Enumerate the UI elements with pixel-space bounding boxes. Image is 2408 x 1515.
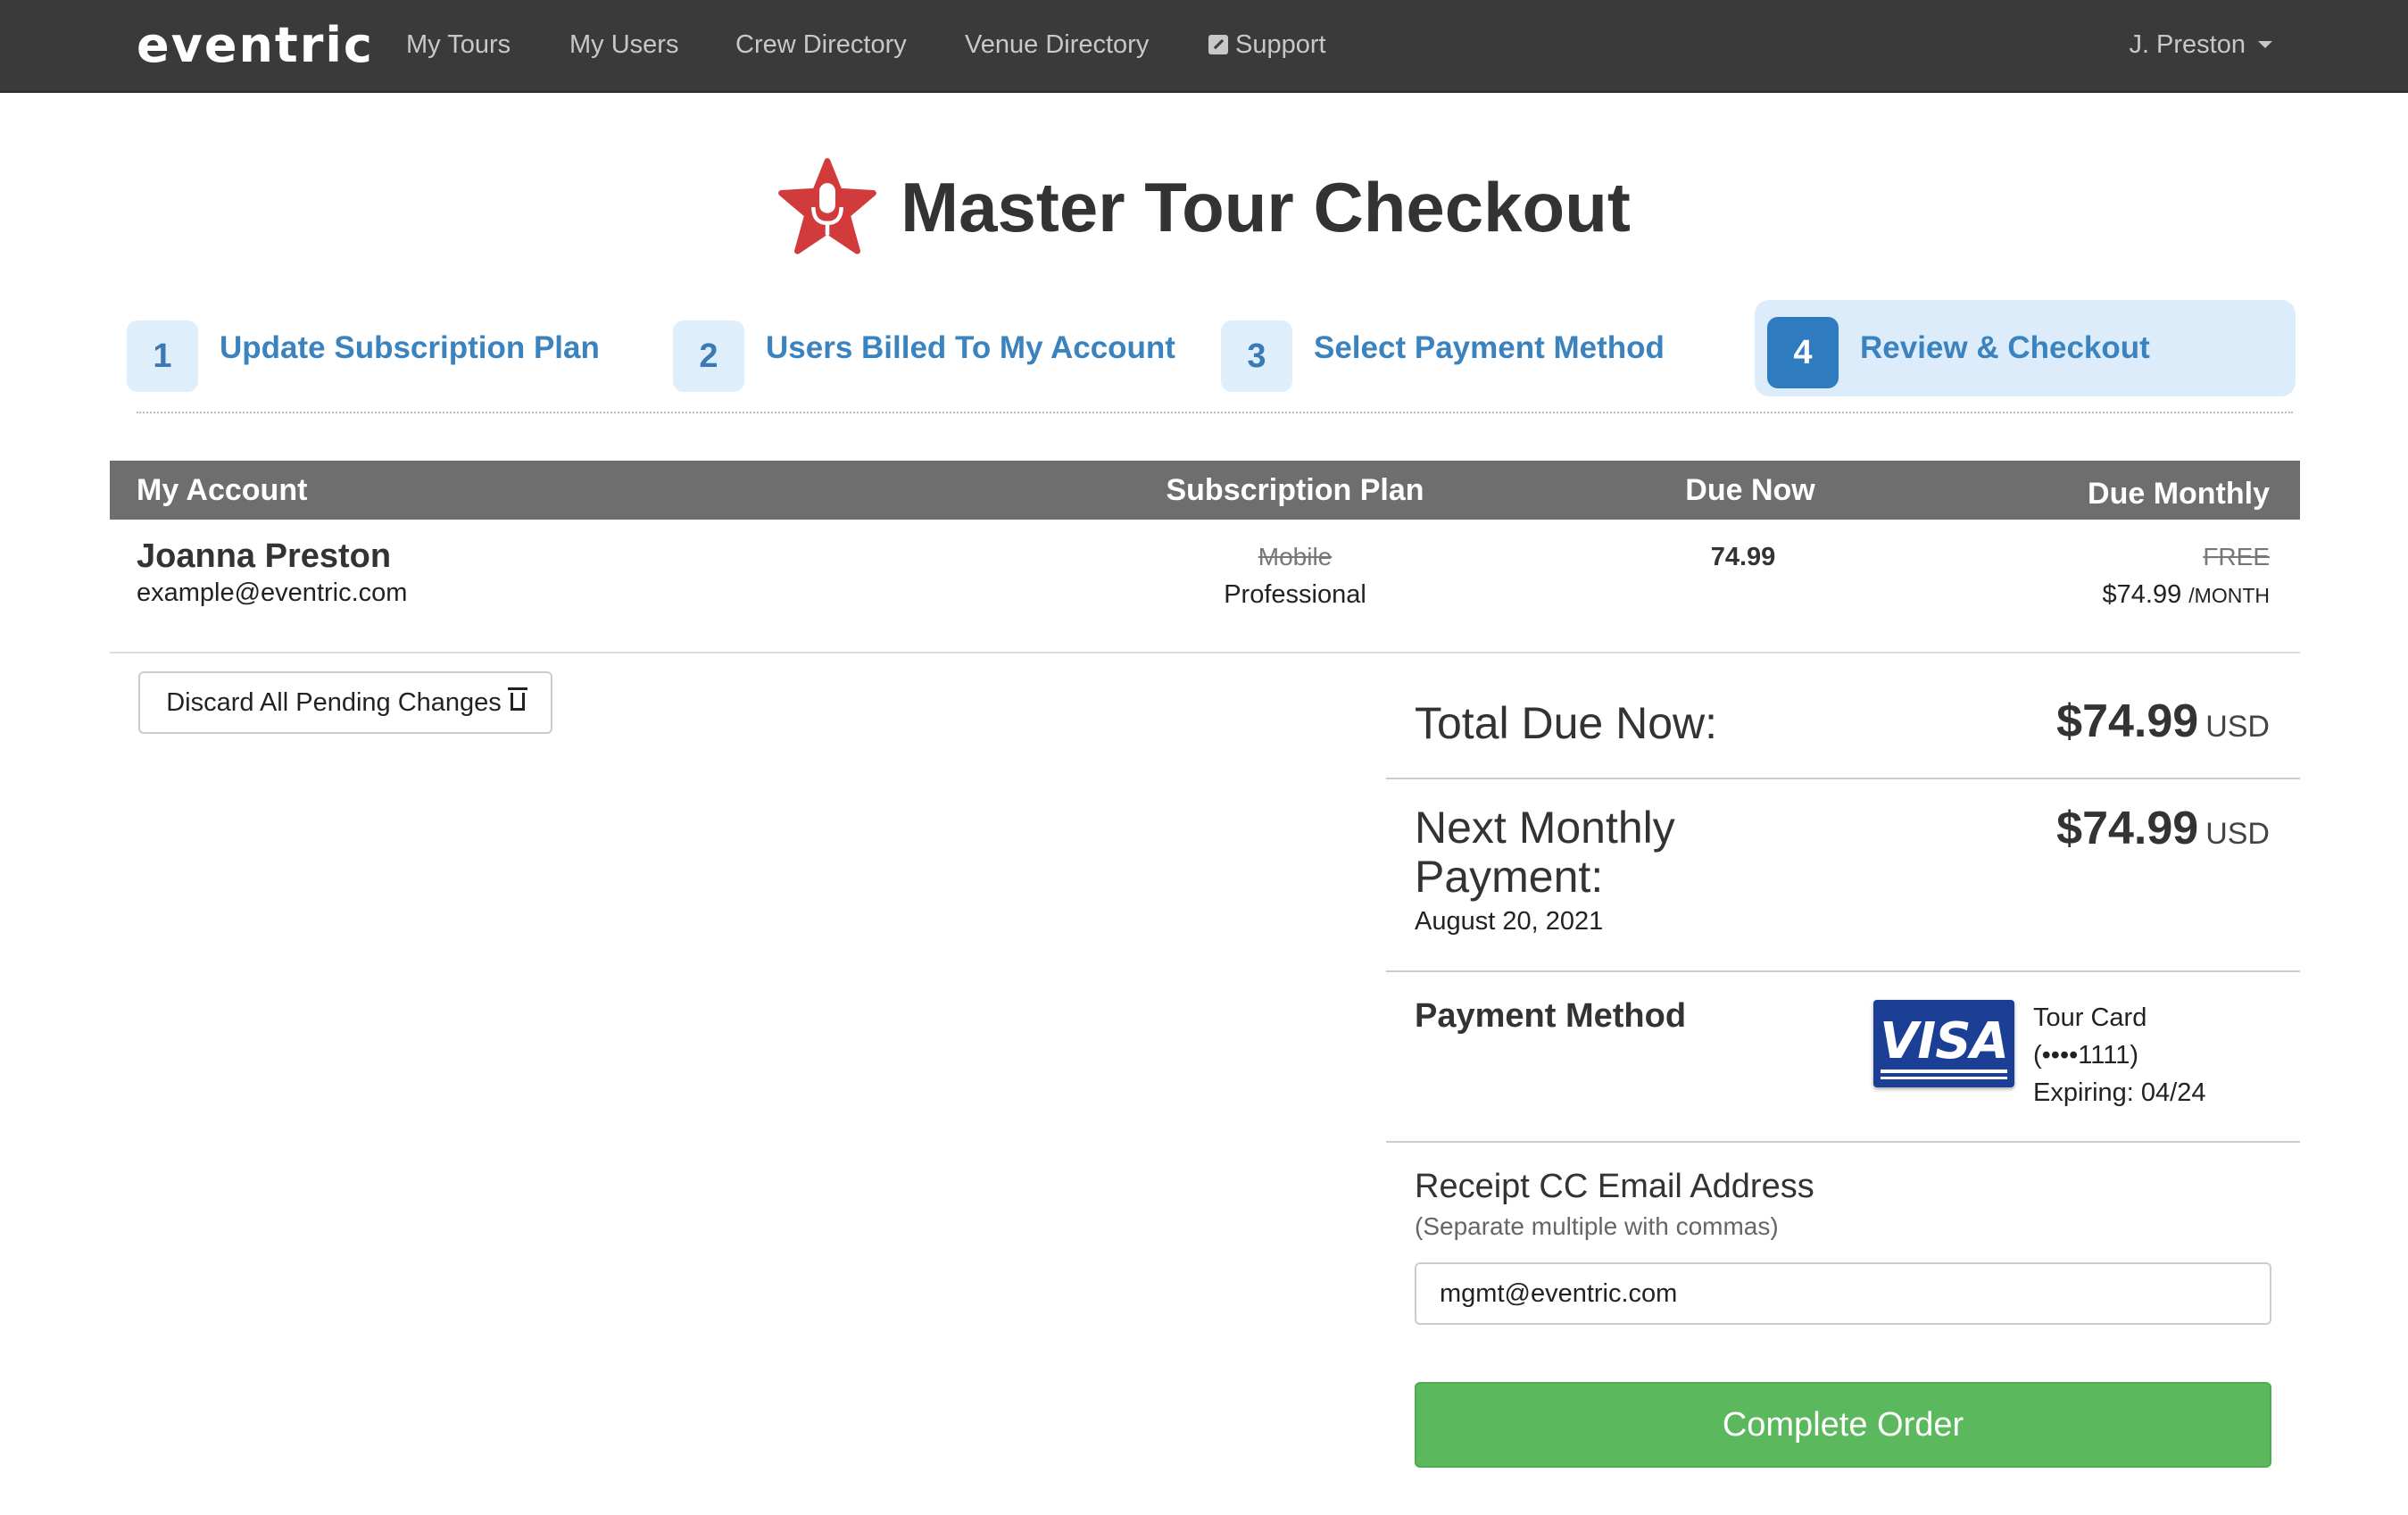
account-table-header: My Account Subscription Plan Due Now Due… [110, 461, 2300, 520]
nav-link-venue-directory[interactable]: Venue Directory [965, 25, 1149, 64]
summary-separator [1386, 1141, 2300, 1143]
nav-link-my-users[interactable]: My Users [569, 25, 678, 64]
total-due-value: $74.99 USD [2056, 695, 2270, 753]
table-row: Joanna Preston example@eventric.com Mobi… [110, 520, 2300, 653]
old-monthly: FREE [2203, 543, 2270, 570]
payment-method-label: Payment Method [1415, 997, 1687, 1035]
old-plan: Mobile [1258, 543, 1333, 570]
per-month-label: /MONTH [2188, 584, 2270, 607]
trash-icon [507, 687, 527, 711]
currency-label: USD [2205, 817, 2270, 851]
card-number: (••••1111) [2033, 1041, 2138, 1070]
receipt-email-hint: (Separate multiple with commas) [1415, 1212, 1779, 1240]
discard-pending-changes-button[interactable]: Discard All Pending Changes [138, 671, 552, 734]
page: eventric My Tours My Users Crew Director… [0, 0, 2408, 1515]
step-label: Users Billed To My Account [766, 330, 1175, 365]
caret-down-icon [2258, 41, 2272, 48]
next-payment-label-line1: Next Monthly [1415, 803, 1675, 853]
summary-separator [1386, 778, 2300, 779]
step-number: 4 [1767, 317, 1839, 388]
receipt-email-input[interactable] [1415, 1262, 2271, 1325]
step-label: Review & Checkout [1860, 330, 2150, 365]
due-now-value: 74.99 [1710, 543, 1776, 571]
step-label: Update Subscription Plan [220, 330, 600, 365]
master-tour-star-microphone-icon [778, 158, 877, 254]
summary-separator [1386, 970, 2300, 972]
nav-link-support[interactable]: Support [1208, 25, 1326, 64]
page-title: Master Tour Checkout [901, 168, 1631, 246]
new-plan: Professional [1224, 580, 1366, 609]
step-label: Select Payment Method [1314, 330, 1665, 365]
nav-support-label: Support [1235, 30, 1326, 59]
currency-label: USD [2205, 710, 2270, 744]
discard-label: Discard All Pending Changes [166, 687, 502, 717]
visa-brand: VISA [1880, 1012, 2009, 1070]
header-subscription-plan: Subscription Plan [1166, 473, 1424, 507]
header-due-monthly: Due Monthly [2088, 477, 2270, 511]
user-menu-dropdown[interactable]: J. Preston [2129, 25, 2272, 64]
card-expiry: Expiring: 04/24 [2033, 1078, 2206, 1107]
step-number: 2 [673, 320, 744, 392]
complete-order-button[interactable]: Complete Order [1415, 1382, 2271, 1468]
next-payment-date: August 20, 2021 [1415, 907, 1604, 936]
eventric-logo[interactable]: eventric [137, 20, 374, 71]
new-monthly: $74.99 /MONTH [2103, 580, 2270, 610]
next-payment-amount: $74.99 [2056, 803, 2199, 854]
card-name: Tour Card [2033, 1003, 2147, 1032]
step-select-payment-method[interactable]: 3 Select Payment Method [1217, 300, 1665, 396]
external-link-icon [1208, 35, 1228, 54]
nav-link-crew-directory[interactable]: Crew Directory [735, 25, 907, 64]
step-number: 1 [127, 320, 198, 392]
header-due-now: Due Now [1685, 473, 1815, 507]
new-monthly-amount: $74.99 [2102, 580, 2182, 609]
page-header: Master Tour Checkout [0, 157, 2408, 262]
nav-link-my-tours[interactable]: My Tours [406, 25, 511, 64]
top-navbar: eventric My Tours My Users Crew Director… [0, 0, 2408, 93]
step-number: 3 [1221, 320, 1292, 392]
receipt-email-label: Receipt CC Email Address [1415, 1168, 1814, 1205]
header-my-account: My Account [137, 473, 308, 507]
next-payment-value: $74.99 USD [2056, 802, 2270, 861]
account-email: example@eventric.com [137, 579, 408, 607]
steps-divider [137, 412, 2293, 413]
total-due-amount: $74.99 [2056, 695, 2199, 747]
account-name: Joanna Preston [137, 537, 392, 575]
visa-card-icon: VISA [1873, 1000, 2014, 1087]
total-due-label: Total Due Now: [1415, 698, 1718, 748]
next-payment-label-line2: Payment: [1415, 852, 1604, 902]
step-users-billed[interactable]: 2 Users Billed To My Account [669, 300, 1175, 396]
user-name: J. Preston [2129, 30, 2246, 59]
step-review-checkout[interactable]: 4 Review & Checkout [1755, 300, 2296, 396]
step-update-subscription-plan[interactable]: 1 Update Subscription Plan [123, 300, 600, 396]
